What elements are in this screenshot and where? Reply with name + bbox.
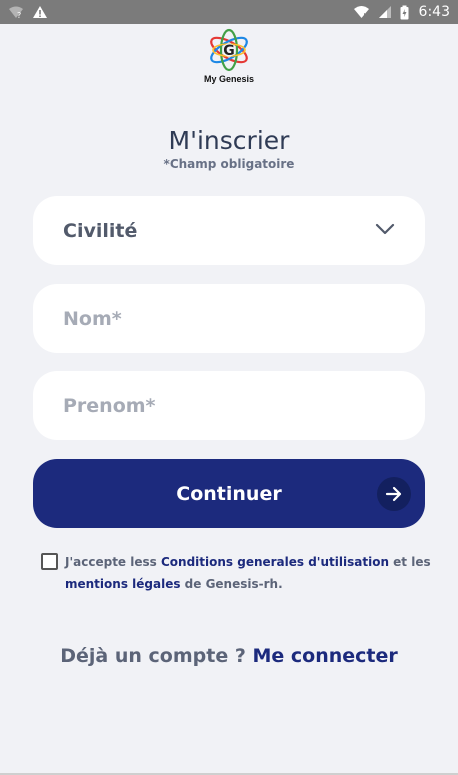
login-link[interactable]: Me connecter: [252, 645, 397, 667]
wifi-icon: !: [353, 5, 370, 19]
terms-text-part2: et les: [388, 555, 431, 569]
status-left: ?: [8, 5, 48, 19]
arrow-right-icon: [377, 477, 411, 511]
svg-text:?: ?: [17, 11, 21, 19]
warning-icon: [32, 5, 48, 19]
nom-input[interactable]: [63, 307, 395, 330]
wifi-question-icon: ?: [8, 5, 24, 19]
terms-conditions-link[interactable]: Conditions generales d'utilisation: [161, 555, 389, 569]
required-note: *Champ obligatoire: [163, 157, 295, 171]
login-row: Déjà un compte ? Me connecter: [0, 645, 458, 667]
atom-logo-icon: G: [210, 28, 248, 72]
civilite-label: Civilité: [63, 219, 138, 242]
svg-text:!: !: [363, 12, 366, 19]
status-right: ! 6:43: [353, 4, 450, 20]
logo-text: My Genesis: [203, 74, 255, 84]
svg-text:G: G: [223, 43, 235, 59]
login-prefix: Déjà un compte ?: [60, 645, 253, 667]
terms-text-part1: J'accepte less: [65, 555, 161, 569]
prenom-input[interactable]: [63, 394, 395, 417]
nom-field-container: [33, 284, 425, 353]
continue-button[interactable]: Continuer: [33, 459, 425, 528]
status-time: 6:43: [418, 4, 450, 20]
terms-checkbox[interactable]: [41, 553, 58, 570]
app-logo: G My Genesis: [0, 24, 458, 88]
battery-charging-icon: [400, 5, 409, 20]
terms-text: J'accepte less Conditions generales d'ut…: [65, 551, 431, 595]
terms-row: J'accepte less Conditions generales d'ut…: [41, 551, 431, 595]
terms-text-part3: de Genesis-rh.: [180, 577, 283, 591]
signal-icon: [378, 5, 392, 19]
page-title: M'inscrier: [168, 126, 290, 155]
terms-mentions-link[interactable]: mentions légales: [65, 577, 180, 591]
status-bar: ? ! 6:43: [0, 0, 458, 24]
civilite-select[interactable]: Civilité: [33, 196, 425, 265]
continue-button-label: Continuer: [176, 482, 282, 505]
chevron-down-icon: [375, 222, 395, 240]
prenom-field-container: [33, 371, 425, 440]
